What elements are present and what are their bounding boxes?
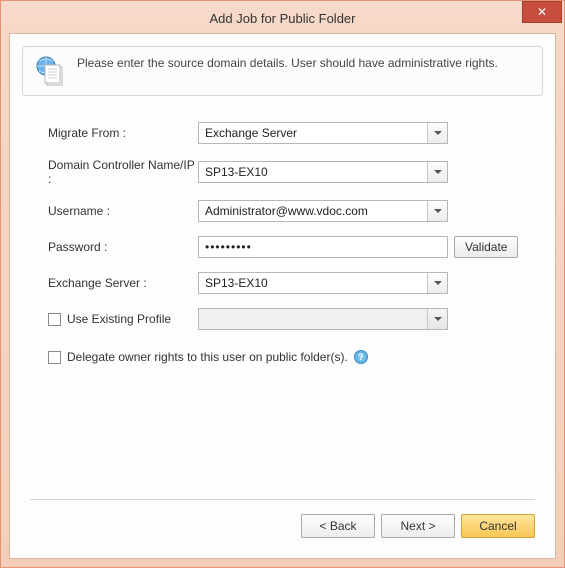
- exchange-server-select[interactable]: SP13-EX10: [198, 272, 448, 294]
- migrate-from-select[interactable]: Exchange Server: [198, 122, 448, 144]
- row-delegate: Delegate owner rights to this user on pu…: [48, 350, 527, 364]
- domain-controller-drop[interactable]: [427, 162, 447, 182]
- label-domain-controller: Domain Controller Name/IP :: [48, 158, 198, 186]
- window-title: Add Job for Public Folder: [1, 7, 564, 26]
- close-icon: ✕: [537, 5, 547, 19]
- migrate-from-drop[interactable]: [427, 123, 447, 143]
- domain-controller-value: SP13-EX10: [199, 165, 427, 179]
- intro-text: Please enter the source domain details. …: [77, 55, 498, 71]
- chevron-down-icon: [434, 131, 442, 135]
- row-domain-controller: Domain Controller Name/IP : SP13-EX10: [48, 158, 527, 186]
- password-value: •••••••••: [199, 240, 447, 254]
- username-value: Administrator@www.vdoc.com: [199, 204, 427, 218]
- label-migrate-from: Migrate From :: [48, 126, 198, 140]
- chevron-down-icon: [434, 281, 442, 285]
- form-area: Migrate From : Exchange Server Domain Co…: [10, 96, 555, 378]
- back-button[interactable]: < Back: [301, 514, 375, 538]
- help-icon[interactable]: ?: [354, 350, 368, 364]
- username-drop[interactable]: [427, 201, 447, 221]
- close-button[interactable]: ✕: [522, 1, 562, 23]
- exchange-server-drop[interactable]: [427, 273, 447, 293]
- footer: < Back Next > Cancel: [10, 489, 555, 558]
- chevron-down-icon: [434, 170, 442, 174]
- row-username: Username : Administrator@www.vdoc.com: [48, 200, 527, 222]
- chevron-down-icon: [434, 209, 442, 213]
- label-use-existing-profile: Use Existing Profile: [67, 312, 171, 326]
- footer-buttons: < Back Next > Cancel: [30, 514, 535, 538]
- row-use-profile: Use Existing Profile: [48, 308, 527, 330]
- label-password: Password :: [48, 240, 198, 254]
- username-select[interactable]: Administrator@www.vdoc.com: [198, 200, 448, 222]
- cancel-button[interactable]: Cancel: [461, 514, 535, 538]
- use-existing-profile-checkbox[interactable]: [48, 313, 61, 326]
- intro-panel: Please enter the source domain details. …: [22, 46, 543, 96]
- password-input[interactable]: •••••••••: [198, 236, 448, 258]
- row-password: Password : ••••••••• Validate: [48, 236, 527, 258]
- chevron-down-icon: [434, 317, 442, 321]
- label-exchange-server: Exchange Server :: [48, 276, 198, 290]
- titlebar: Add Job for Public Folder ✕: [1, 1, 564, 31]
- domain-controller-select[interactable]: SP13-EX10: [198, 161, 448, 183]
- row-exchange-server: Exchange Server : SP13-EX10: [48, 272, 527, 294]
- migrate-from-value: Exchange Server: [199, 126, 427, 140]
- exchange-server-value: SP13-EX10: [199, 276, 427, 290]
- profile-drop: [427, 309, 447, 329]
- document-globe-icon: [35, 55, 67, 87]
- label-delegate-rights: Delegate owner rights to this user on pu…: [67, 350, 348, 364]
- next-button[interactable]: Next >: [381, 514, 455, 538]
- footer-separator: [30, 499, 535, 500]
- profile-select: [198, 308, 448, 330]
- label-username: Username :: [48, 204, 198, 218]
- row-migrate-from: Migrate From : Exchange Server: [48, 122, 527, 144]
- dialog-window: Add Job for Public Folder ✕ Please enter…: [0, 0, 565, 568]
- delegate-rights-checkbox[interactable]: [48, 351, 61, 364]
- dialog-content: Please enter the source domain details. …: [9, 33, 556, 559]
- validate-button[interactable]: Validate: [454, 236, 518, 258]
